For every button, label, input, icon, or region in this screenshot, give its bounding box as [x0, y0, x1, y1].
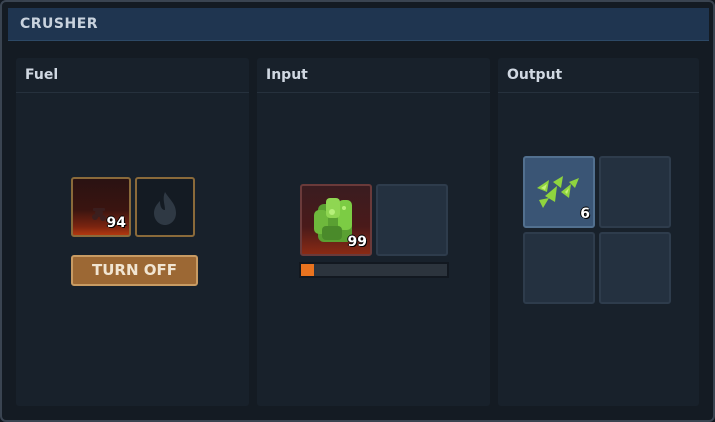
crushing-progress-fill	[301, 264, 315, 276]
window-title: CRUSHER	[20, 16, 99, 32]
input-slot-count: 99	[347, 234, 367, 250]
output-slot-1-count: 6	[580, 206, 590, 222]
flame-icon	[154, 192, 176, 225]
fuel-slot-active[interactable]: 94	[71, 177, 131, 237]
input-panel: Input 99	[257, 58, 490, 406]
fuel-panel-title: Fuel	[25, 67, 59, 83]
fuel-panel: Fuel 94 TURN OFF	[16, 58, 249, 406]
output-panel: Output 6	[498, 58, 699, 406]
fuel-slot-empty[interactable]	[135, 177, 195, 237]
output-slot-3[interactable]	[523, 232, 595, 304]
input-slot-empty[interactable]	[376, 184, 448, 256]
crushing-progress-bar	[299, 262, 449, 278]
output-slot-4[interactable]	[599, 232, 671, 304]
fuel-panel-header: Fuel	[16, 58, 249, 93]
crusher-window: CRUSHER Fuel 94 TURN OFF Input 99 Output…	[0, 0, 715, 422]
input-panel-title: Input	[266, 67, 308, 83]
output-slot-2[interactable]	[599, 156, 671, 228]
window-titlebar: CRUSHER	[8, 8, 709, 41]
input-slot-active[interactable]: 99	[300, 184, 372, 256]
input-panel-header: Input	[257, 58, 490, 93]
turn-off-button[interactable]: TURN OFF	[71, 255, 198, 286]
fuel-slot-count: 94	[106, 215, 126, 231]
output-panel-title: Output	[507, 67, 563, 83]
output-panel-header: Output	[498, 58, 699, 93]
output-slot-1[interactable]: 6	[523, 156, 595, 228]
